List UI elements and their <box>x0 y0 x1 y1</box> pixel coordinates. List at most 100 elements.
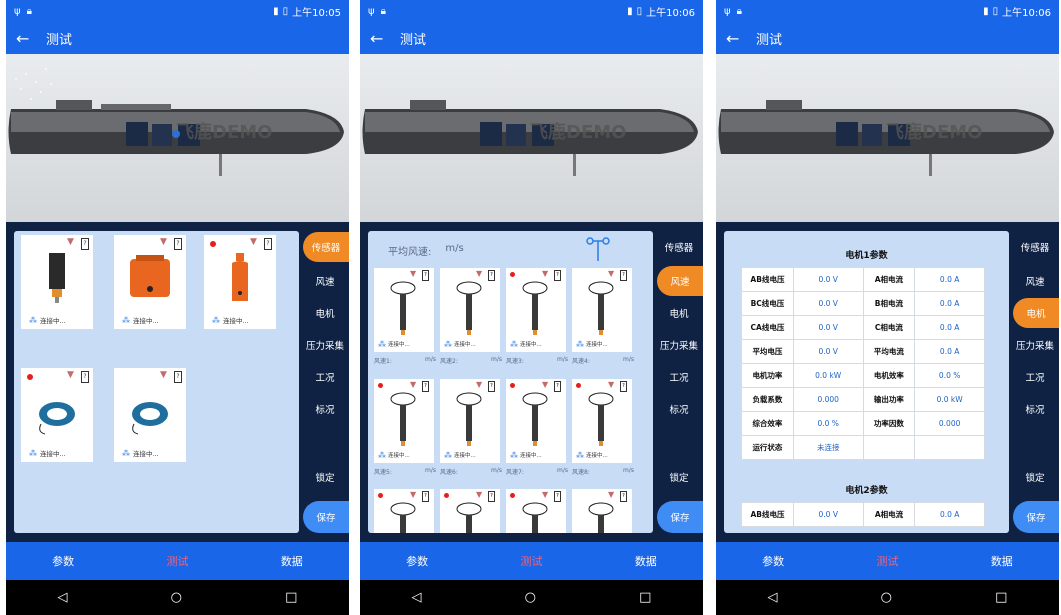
signal-icon: ▼ <box>608 490 615 499</box>
param-label: AB线电压 <box>741 502 794 527</box>
phone-screen-motor: ψ 🔒︎ ▮ ▯ 上午10:06 ← 测试 飞鹿DEMO 电机1参数 AB线电压 0.0… <box>716 0 1059 615</box>
nav-motor[interactable]: 电机 <box>301 298 349 328</box>
nav-wind-speed[interactable]: 风速 <box>657 266 703 296</box>
phone-screen-sensors: ψ 🔒︎ ▮ ▯ 上午10:05 ← 测试 飞鹿DEMO ▼ ? ⁂ 连接中..… <box>6 0 349 615</box>
nav-working-condition[interactable]: 工况 <box>1011 362 1059 392</box>
home-icon[interactable]: ○ <box>171 590 182 605</box>
nav-wind-speed[interactable]: 风速 <box>1011 266 1059 296</box>
nav-pressure[interactable]: 压力采集 <box>655 330 703 360</box>
param-value: 0.0 A <box>914 502 985 527</box>
tab-params[interactable]: 参数 <box>716 553 830 569</box>
wind-label: 风速1: <box>374 358 392 365</box>
nav-standard-condition[interactable]: 标况 <box>1011 394 1059 424</box>
tab-params[interactable]: 参数 <box>6 553 120 569</box>
lock-button[interactable]: 锁定 <box>301 462 349 492</box>
save-button[interactable]: 保存 <box>657 501 703 533</box>
back-arrow-icon[interactable]: ← <box>370 29 400 48</box>
app-bar: ← 测试 <box>360 22 703 54</box>
param-label: 负载系数 <box>741 387 794 412</box>
signal-icon: ▼ <box>160 237 167 247</box>
bottom-tab-bar: 参数 测试 数据 <box>360 542 703 580</box>
lock-button[interactable]: 锁定 <box>1011 462 1059 492</box>
tab-params[interactable]: 参数 <box>360 553 474 569</box>
lock-button[interactable]: 锁定 <box>655 462 703 492</box>
status-dot <box>210 241 216 247</box>
recents-icon[interactable]: □ <box>639 590 651 605</box>
back-icon[interactable]: ◁ <box>768 590 778 605</box>
tab-data[interactable]: 数据 <box>945 553 1059 569</box>
tab-test[interactable]: 测试 <box>830 553 944 569</box>
status-dot <box>576 383 581 388</box>
nav-motor[interactable]: 电机 <box>655 298 703 328</box>
back-arrow-icon[interactable]: ← <box>16 29 46 48</box>
spray-particles <box>15 68 52 100</box>
tab-data[interactable]: 数据 <box>589 553 703 569</box>
sensor-card[interactable]: ▼ ? ⁂ 连接中... <box>114 368 186 462</box>
wind-sensor-card[interactable]: ▼? ⁂ 连接中... <box>440 268 500 352</box>
bottom-tab-bar: 参数 测试 数据 <box>6 542 349 580</box>
tab-test[interactable]: 测试 <box>474 553 588 569</box>
nav-sensors[interactable]: 传感器 <box>303 232 349 262</box>
param-value: 0.0 % <box>914 363 985 388</box>
sensor-status: 连接中... <box>40 450 66 458</box>
nav-standard-condition[interactable]: 标况 <box>655 394 703 424</box>
tab-test[interactable]: 测试 <box>120 553 234 569</box>
save-button[interactable]: 保存 <box>303 501 349 533</box>
nav-sensors[interactable]: 传感器 <box>1011 232 1059 262</box>
save-button[interactable]: 保存 <box>1013 501 1059 533</box>
side-nav: 传感器 风速 电机 压力采集 工况 标况 锁定 保存 <box>301 222 349 542</box>
wind-sensor-card[interactable]: ▼? ⁂ 连接中... <box>572 379 632 463</box>
wind-sensor-card[interactable]: ▼? ⁂ 连接中... <box>506 268 566 352</box>
sensor-card[interactable]: ▼ ? ⁂ 连接中... <box>21 235 93 329</box>
control-panel: 平均风速: m/s ▼? ⁂ 连接中... ▼? ⁂ 连接中... ▼ ? ⁂ … <box>360 222 703 542</box>
app-bar: ← 测试 <box>6 22 349 54</box>
wind-status: 连接中... <box>454 342 476 348</box>
back-icon[interactable]: ◁ <box>412 590 422 605</box>
wind-label-4: 风速4: m/s <box>572 356 634 365</box>
param-value: 0.0 V <box>792 339 864 364</box>
wind-label: 风速5: <box>374 469 392 476</box>
nav-working-condition[interactable]: 工况 <box>301 362 349 392</box>
back-arrow-icon[interactable]: ← <box>726 29 756 48</box>
wind-sensor-card[interactable]: ▼? <box>374 489 434 533</box>
loading-icon: ⁂ <box>122 448 130 458</box>
sensor-card[interactable]: ▼ ? ⁂ 连接中... <box>114 235 186 329</box>
motor1-table: AB线电压 0.0 V A相电流 0.0 A BC线电压 0.0 V B相电流 0.0 A CA… <box>741 267 985 460</box>
home-icon[interactable]: ○ <box>525 590 536 605</box>
wind-sensor-card[interactable]: ▼? ⁂ 连接中... <box>506 379 566 463</box>
param-value: 0.0 A <box>914 315 985 340</box>
wind-sensor-card[interactable]: ▼? ⁂ 连接中... <box>440 379 500 463</box>
nav-motor[interactable]: 电机 <box>1013 298 1059 328</box>
nav-sensors[interactable]: 传感器 <box>655 232 703 262</box>
wind-sensor-card[interactable]: ▼? <box>440 489 500 533</box>
wind-sensor-card[interactable]: ▼? ⁂ 连接中... <box>374 379 434 463</box>
nav-wind-speed[interactable]: 风速 <box>301 266 349 296</box>
anemometer-probe-image <box>588 392 614 446</box>
nav-standard-condition[interactable]: 标况 <box>301 394 349 424</box>
home-icon[interactable]: ○ <box>881 590 892 605</box>
motor1-title: 电机1参数 <box>845 251 888 261</box>
wind-unit: m/s <box>425 356 436 363</box>
watermark-text: 飞鹿DEMO <box>530 121 626 143</box>
sensor-card[interactable]: ▼ ? ⁂ 连接中... <box>21 368 93 462</box>
wind-sensor-card[interactable]: ▼? <box>572 489 632 533</box>
tab-data[interactable]: 数据 <box>235 553 349 569</box>
wind-sensor-card[interactable]: ▼? ⁂ 连接中... <box>374 268 434 352</box>
recents-icon[interactable]: □ <box>995 590 1007 605</box>
signal-icon: ▼ <box>67 370 74 380</box>
recents-icon[interactable]: □ <box>285 590 297 605</box>
sensor-card[interactable]: ▼ ? ⁂ 连接中... <box>204 235 276 329</box>
clamp-sensor-image <box>132 402 168 435</box>
nav-pressure[interactable]: 压力采集 <box>301 330 349 360</box>
battery-icon: ? <box>422 381 429 392</box>
anemometer-probe-image <box>522 281 548 335</box>
back-icon[interactable]: ◁ <box>58 590 68 605</box>
wind-sensor-card[interactable]: ▼? ⁂ 连接中... <box>572 268 632 352</box>
param-label: 输出功率 <box>862 387 916 412</box>
wind-status: 连接中... <box>520 342 542 348</box>
wind-sensor-card[interactable]: ▼? <box>506 489 566 533</box>
param-value: 未连接 <box>792 435 864 460</box>
nav-pressure[interactable]: 压力采集 <box>1011 330 1059 360</box>
sensor-status: 连接中... <box>133 450 159 458</box>
nav-working-condition[interactable]: 工况 <box>655 362 703 392</box>
